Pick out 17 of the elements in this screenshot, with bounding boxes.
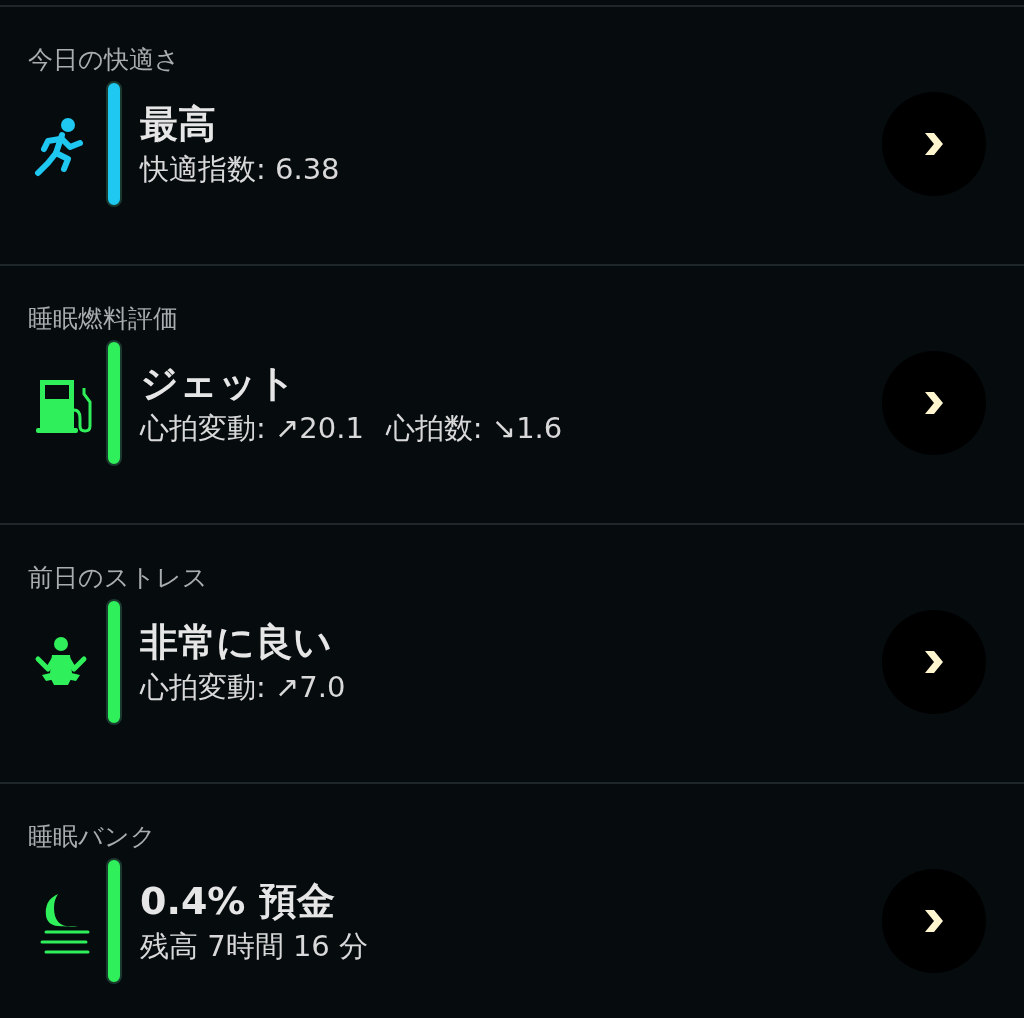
detail-text: 快適指数: 6.38 xyxy=(140,151,340,188)
chevron-right-icon xyxy=(923,131,945,157)
chevron-right-icon xyxy=(923,908,945,934)
section-label: 睡眠燃料評価 xyxy=(28,303,179,335)
rating-value: ジェット xyxy=(140,360,297,407)
section-label: 睡眠バンク xyxy=(28,821,157,853)
chevron-right-icon xyxy=(923,390,945,416)
chevron-right-icon xyxy=(923,649,945,675)
detail-text: 残高 7時間 16 分 xyxy=(140,928,368,965)
detail-text: 心拍変動: ↗20.1 xyxy=(140,410,364,447)
rating-value: 最高 xyxy=(140,101,217,148)
section-label: 前日のストレス xyxy=(28,562,209,594)
section-label: 今日の快適さ xyxy=(28,44,181,76)
detail-text: 心拍数: ↘1.6 xyxy=(385,410,563,447)
rating-value: 0.4% 預金 xyxy=(140,878,336,925)
detail-text: 心拍変動: ↗7.0 xyxy=(140,669,346,706)
rating-value: 非常に良い xyxy=(140,619,333,666)
